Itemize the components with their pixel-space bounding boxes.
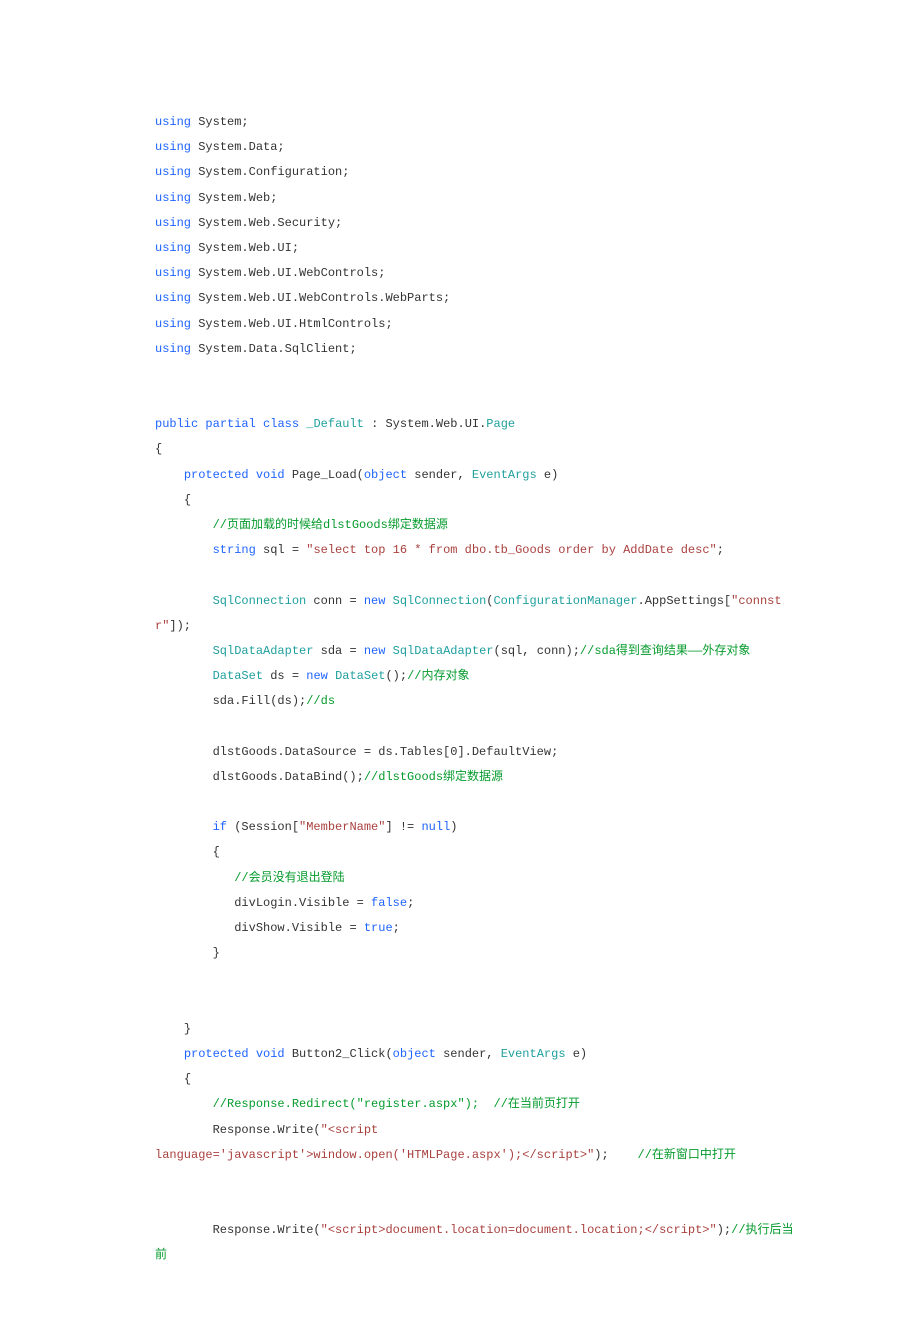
method-signature: protected void Button2_Click(object send…: [155, 1047, 587, 1061]
code-line: dlstGoods.DataSource = ds.Tables[0].Defa…: [155, 745, 558, 759]
using: using System.Web.UI.HtmlControls;: [155, 317, 393, 331]
using: using System.Web.UI.WebControls.WebParts…: [155, 291, 450, 305]
method-signature: protected void Page_Load(object sender, …: [155, 468, 558, 482]
code-line: DataSet ds = new DataSet();//内存对象: [155, 669, 470, 683]
comment: //会员没有退出登陆: [155, 871, 345, 885]
using: using System.Web.UI.WebControls;: [155, 266, 385, 280]
using: using System.Configuration;: [155, 165, 349, 179]
using: using System.Data;: [155, 140, 285, 154]
comment: //Response.Redirect("register.aspx"); //…: [155, 1097, 580, 1111]
code-line: }: [155, 946, 220, 960]
using: using System.Web.UI;: [155, 241, 299, 255]
code-line: SqlDataAdapter sda = new SqlDataAdapter(…: [155, 644, 750, 658]
comment: //页面加载的时候给dlstGoods绑定数据源: [155, 518, 448, 532]
code-document: using System; using System.Data; using S…: [0, 0, 920, 1329]
code-line: divShow.Visible = true;: [155, 921, 400, 935]
using: using System.Data.SqlClient;: [155, 342, 357, 356]
code-line: string sql = "select top 16 * from dbo.t…: [155, 543, 724, 557]
code-line: {: [155, 1072, 191, 1086]
code-line: {: [155, 845, 220, 859]
code-block: using System; using System.Data; using S…: [155, 110, 800, 1269]
using: using System;: [155, 115, 249, 129]
using: using System.Web;: [155, 191, 277, 205]
code-line: }: [155, 1022, 191, 1036]
code-line: divLogin.Visible = false;: [155, 896, 414, 910]
code-line: Response.Write("<script: [155, 1123, 378, 1137]
code-line: dlstGoods.DataBind();//dlstGoods绑定数据源: [155, 770, 503, 784]
code-line: SqlConnection conn = new SqlConnection(C…: [155, 594, 782, 633]
code-line: sda.Fill(ds);//ds: [155, 694, 335, 708]
code-line: if (Session["MemberName"] != null): [155, 820, 457, 834]
code-line: Response.Write("<script>document.locatio…: [155, 1223, 794, 1262]
using: using System.Web.Security;: [155, 216, 342, 230]
code-line: language='javascript'>window.open('HTMLP…: [155, 1148, 736, 1162]
class-declaration: public partial class _Default : System.W…: [155, 417, 515, 431]
